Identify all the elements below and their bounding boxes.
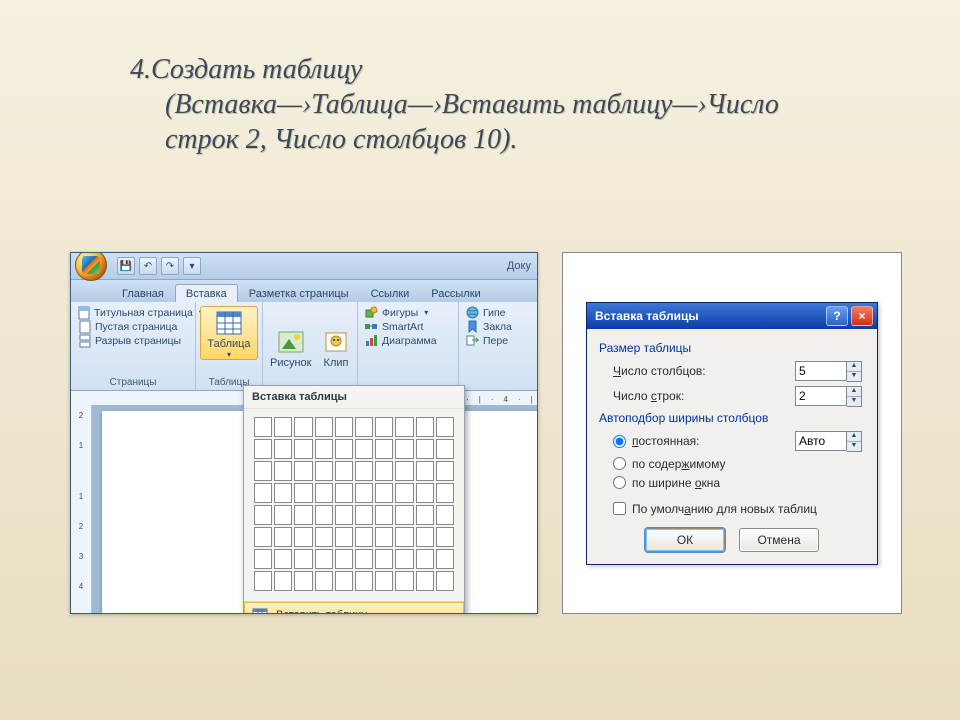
group-illustrations2: Фигуры▾ SmartArt Диаграмма bbox=[358, 302, 459, 390]
heading-line2: (Вставка—›Таблица—›Вставить таблицу—›Чис… bbox=[130, 87, 850, 157]
input-columns[interactable] bbox=[795, 361, 847, 381]
help-button[interactable]: ? bbox=[826, 306, 848, 326]
label-content: по содержимому bbox=[632, 457, 725, 471]
group-tables: Таблица ▾ Таблицы bbox=[196, 302, 263, 390]
qat-undo-icon[interactable]: ↶ bbox=[139, 257, 157, 275]
label-fixed: постоянная: bbox=[632, 434, 699, 448]
document-title: Доку bbox=[507, 260, 531, 272]
ruler-vertical: 2 1 1 2 3 4 5 bbox=[71, 405, 92, 613]
word-titlebar: 💾 ↶ ↷ ▾ Доку bbox=[71, 253, 537, 280]
group-pages: Титульная страница▾ Пустая страница Разр… bbox=[71, 302, 196, 390]
btn-shapes[interactable]: Фигуры▾ bbox=[362, 306, 454, 319]
table-dropdown: Вставка таблицы Вставить табл bbox=[243, 385, 465, 614]
spin-down-icon[interactable]: ▼ bbox=[847, 372, 861, 381]
label-window: по ширине окна bbox=[632, 476, 720, 490]
label-default: По умолчанию для новых таблиц bbox=[632, 502, 817, 516]
radio-content[interactable] bbox=[613, 457, 626, 470]
tab-insert[interactable]: Вставка bbox=[175, 284, 238, 302]
ok-button[interactable]: ОК bbox=[645, 528, 725, 552]
dialog-title: Вставка таблицы bbox=[595, 309, 699, 323]
spin-down-icon[interactable]: ▼ bbox=[847, 442, 861, 451]
dialog-titlebar: Вставка таблицы ? × bbox=[587, 303, 877, 329]
tab-mailings[interactable]: Рассылки bbox=[420, 284, 491, 302]
spinner-rows[interactable]: ▲▼ bbox=[795, 386, 865, 407]
btn-page-break[interactable]: Разрыв страницы bbox=[75, 334, 191, 347]
spin-up-icon[interactable]: ▲ bbox=[847, 432, 861, 442]
radio-window[interactable] bbox=[613, 476, 626, 489]
word-window: 💾 ↶ ↷ ▾ Доку Главная Вставка Разметка ст… bbox=[70, 252, 538, 614]
insert-table-dialog: Вставка таблицы ? × Размер таблицы Число… bbox=[586, 302, 878, 565]
cancel-button[interactable]: Отмена bbox=[739, 528, 819, 552]
quick-access-toolbar: 💾 ↶ ↷ ▾ bbox=[117, 257, 201, 275]
btn-title-page[interactable]: Титульная страница▾ bbox=[75, 306, 191, 319]
table-icon bbox=[215, 309, 243, 337]
spinner-columns[interactable]: ▲▼ bbox=[795, 361, 865, 382]
shapes-icon bbox=[365, 306, 378, 319]
label-columns: Число столбцов: bbox=[613, 364, 706, 378]
btn-smartart[interactable]: SmartArt bbox=[362, 320, 454, 333]
btn-cross-ref[interactable]: Пере bbox=[463, 334, 515, 347]
ribbon: Титульная страница▾ Пустая страница Разр… bbox=[71, 302, 537, 391]
btn-clipart[interactable]: Клип bbox=[319, 308, 353, 388]
office-button[interactable] bbox=[75, 252, 107, 281]
smartart-icon bbox=[365, 320, 378, 333]
page-break-icon bbox=[78, 334, 91, 347]
section-size: Размер таблицы bbox=[599, 341, 865, 355]
group-pages-label: Страницы bbox=[75, 376, 191, 388]
menu-insert-table[interactable]: Вставить таблицу… Вставить таблицу bbox=[244, 602, 464, 614]
label-rows: Число строк: bbox=[613, 389, 684, 403]
chart-icon bbox=[365, 334, 378, 347]
btn-bookmark[interactable]: Закла bbox=[463, 320, 515, 333]
tab-page-layout[interactable]: Разметка страницы bbox=[238, 284, 360, 302]
section-autofit: Автоподбор ширины столбцов bbox=[599, 411, 865, 425]
bookmark-icon bbox=[466, 320, 479, 333]
instruction-heading: 4.Создать таблицу (Вставка—›Таблица—›Вст… bbox=[130, 52, 850, 157]
heading-line1: 4.Создать таблицу bbox=[130, 54, 362, 85]
globe-icon bbox=[466, 306, 479, 319]
input-fixed-width[interactable] bbox=[795, 431, 847, 451]
qat-redo-icon[interactable]: ↷ bbox=[161, 257, 179, 275]
group-illustrations: Рисунок Клип bbox=[263, 302, 358, 390]
ribbon-tabs: Главная Вставка Разметка страницы Ссылки… bbox=[71, 280, 537, 302]
btn-table[interactable]: Таблица ▾ bbox=[200, 306, 258, 360]
dropdown-header: Вставка таблицы bbox=[244, 386, 464, 409]
checkbox-default[interactable] bbox=[613, 502, 626, 515]
clip-icon bbox=[322, 328, 350, 356]
spin-down-icon[interactable]: ▼ bbox=[847, 397, 861, 406]
spinner-fixed-width[interactable]: ▲▼ bbox=[795, 431, 865, 452]
cross-ref-icon bbox=[466, 334, 479, 347]
btn-chart[interactable]: Диаграмма bbox=[362, 334, 454, 347]
spin-up-icon[interactable]: ▲ bbox=[847, 387, 861, 397]
page-icon bbox=[78, 306, 90, 319]
tab-home[interactable]: Главная bbox=[111, 284, 175, 302]
tab-references[interactable]: Ссылки bbox=[360, 284, 421, 302]
insert-table-grid[interactable] bbox=[244, 409, 464, 601]
picture-icon bbox=[277, 328, 305, 356]
qat-save-icon[interactable]: 💾 bbox=[117, 257, 135, 275]
qat-more-icon[interactable]: ▾ bbox=[183, 257, 201, 275]
close-button[interactable]: × bbox=[851, 306, 873, 326]
btn-hyperlink[interactable]: Гипе bbox=[463, 306, 515, 319]
radio-fixed[interactable] bbox=[613, 435, 626, 448]
group-links: Гипе Закла Пере bbox=[459, 302, 519, 390]
btn-blank-page[interactable]: Пустая страница bbox=[75, 320, 191, 333]
blank-page-icon bbox=[78, 320, 91, 333]
input-rows[interactable] bbox=[795, 386, 847, 406]
btn-picture[interactable]: Рисунок bbox=[267, 308, 315, 388]
insert-table-icon bbox=[252, 607, 268, 614]
dialog-screenshot: Вставка таблицы ? × Размер таблицы Число… bbox=[562, 252, 902, 614]
spin-up-icon[interactable]: ▲ bbox=[847, 362, 861, 372]
